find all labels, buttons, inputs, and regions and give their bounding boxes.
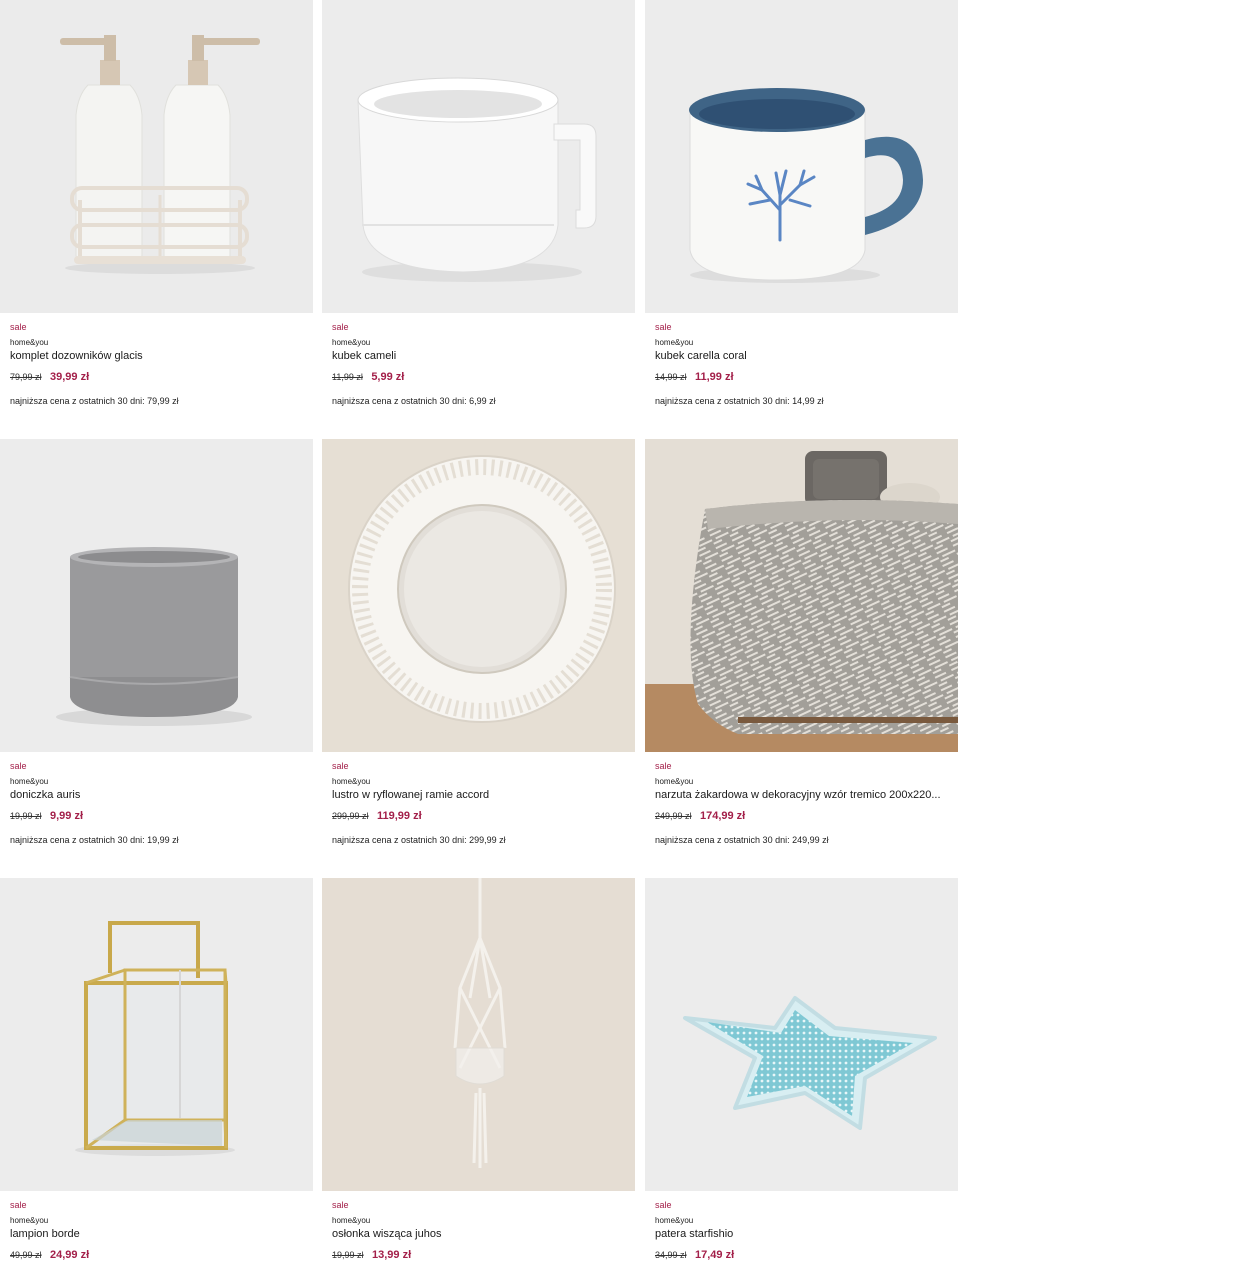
- product-image[interactable]: [322, 439, 635, 752]
- sale-badge: sale: [655, 761, 672, 771]
- lowest-price-note: najniższa cena z ostatnich 30 dni: 6,99 …: [332, 396, 496, 406]
- brand-label: home&you: [10, 338, 49, 347]
- sale-badge: sale: [10, 322, 27, 332]
- product-name[interactable]: kubek cameli: [332, 349, 632, 363]
- old-price: 11,99 zł: [332, 372, 363, 382]
- lowest-price-note: najniższa cena z ostatnich 30 dni: 14,99…: [655, 396, 824, 406]
- product-info: sale home&you narzuta żakardowa w dekora…: [655, 760, 955, 846]
- sale-badge: sale: [332, 761, 349, 771]
- coral-mug-icon: [645, 0, 958, 313]
- product-info: sale home&you lustro w ryflowanej ramie …: [332, 760, 632, 846]
- sale-price: 11,99 zł: [694, 371, 734, 383]
- sale-price: 119,99 zł: [376, 810, 422, 822]
- sale-price: 5,99 zł: [371, 371, 405, 383]
- sale-price: 174,99 zł: [699, 810, 746, 822]
- brand-label: home&you: [332, 1216, 371, 1225]
- price-row: 299,99 zł 119,99 zł: [332, 808, 632, 822]
- lowest-price-note: najniższa cena z ostatnich 30 dni: 19,99…: [10, 835, 179, 845]
- price-row: 19,99 zł 9,99 zł: [10, 808, 310, 822]
- sale-price: 9,99 zł: [49, 810, 84, 822]
- product-name[interactable]: lustro w ryflowanej ramie accord: [332, 788, 632, 802]
- brand-label: home&you: [655, 1216, 694, 1225]
- price-row: 79,99 zł 39,99 zł: [10, 369, 310, 383]
- old-price: 19,99 zł: [10, 811, 42, 821]
- sale-price: 13,99 zł: [371, 1249, 412, 1261]
- sale-badge: sale: [332, 1200, 349, 1210]
- product-info: sale home&you patera starfishio 34,99 zł…: [655, 1199, 955, 1261]
- product-name[interactable]: osłonka wisząca juhos: [332, 1227, 632, 1241]
- bedspread-icon: [645, 439, 958, 752]
- lowest-price-note: najniższa cena z ostatnich 30 dni: 249,9…: [655, 835, 829, 845]
- lantern-icon: [0, 878, 313, 1191]
- product-image[interactable]: [645, 878, 958, 1191]
- product-name[interactable]: komplet dozowników glacis: [10, 349, 310, 363]
- price-row: 14,99 zł 11,99 zł: [655, 369, 955, 383]
- price-row: 11,99 zł 5,99 zł: [332, 369, 632, 383]
- hanging-planter-icon: [322, 878, 635, 1191]
- lowest-price-note: najniższa cena z ostatnich 30 dni: 299,9…: [332, 835, 506, 845]
- old-price: 14,99 zł: [655, 372, 687, 382]
- sale-badge: sale: [10, 1200, 27, 1210]
- round-mirror-icon: [322, 439, 635, 752]
- old-price: 79,99 zł: [10, 372, 42, 382]
- brand-label: home&you: [10, 777, 49, 786]
- price-row: 249,99 zł 174,99 zł: [655, 808, 955, 822]
- lowest-price-note: najniższa cena z ostatnich 30 dni: 79,99…: [10, 396, 179, 406]
- product-image[interactable]: [645, 439, 958, 752]
- brand-label: home&you: [10, 1216, 49, 1225]
- brand-label: home&you: [655, 777, 694, 786]
- product-info: sale home&you osłonka wisząca juhos 19,9…: [332, 1199, 632, 1261]
- old-price: 299,99 zł: [332, 811, 369, 821]
- soap-dispenser-set-icon: [0, 0, 313, 313]
- white-mug-icon: [322, 0, 635, 313]
- sale-badge: sale: [655, 322, 672, 332]
- brand-label: home&you: [332, 777, 371, 786]
- starfish-plate-icon: [645, 878, 958, 1191]
- sale-price: 39,99 zł: [49, 371, 90, 383]
- flower-pot-icon: [0, 439, 313, 752]
- product-info: sale home&you komplet dozowników glacis …: [10, 321, 310, 407]
- brand-label: home&you: [332, 338, 371, 347]
- sale-badge: sale: [10, 761, 27, 771]
- sale-badge: sale: [655, 1200, 672, 1210]
- product-name[interactable]: narzuta żakardowa w dekoracyjny wzór tre…: [655, 788, 955, 802]
- product-name[interactable]: patera starfishio: [655, 1227, 955, 1241]
- product-info: sale home&you kubek carella coral 14,99 …: [655, 321, 955, 407]
- product-info: sale home&you kubek cameli 11,99 zł 5,99…: [332, 321, 632, 407]
- old-price: 249,99 zł: [655, 811, 692, 821]
- sale-badge: sale: [332, 322, 349, 332]
- product-name[interactable]: lampion borde: [10, 1227, 310, 1241]
- product-image[interactable]: [0, 878, 313, 1191]
- sale-price: 24,99 zł: [49, 1249, 90, 1261]
- brand-label: home&you: [655, 338, 694, 347]
- product-image[interactable]: [645, 0, 958, 313]
- product-image[interactable]: [322, 878, 635, 1191]
- product-info: sale home&you doniczka auris 19,99 zł 9,…: [10, 760, 310, 846]
- product-image[interactable]: [322, 0, 635, 313]
- product-image[interactable]: [0, 0, 313, 313]
- product-name[interactable]: doniczka auris: [10, 788, 310, 802]
- product-info: sale home&you lampion borde 49,99 zł 24,…: [10, 1199, 310, 1261]
- sale-price: 17,49 zł: [694, 1249, 735, 1261]
- product-name[interactable]: kubek carella coral: [655, 349, 955, 363]
- product-image[interactable]: [0, 439, 313, 752]
